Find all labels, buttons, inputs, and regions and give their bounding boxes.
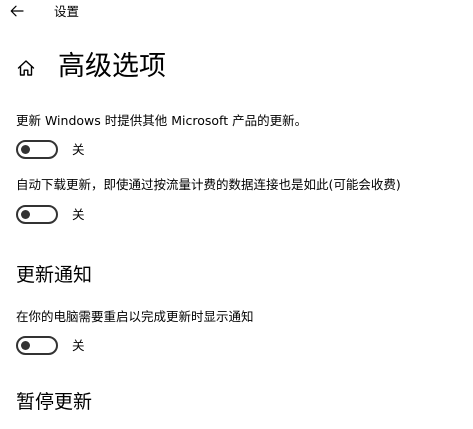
toggle-track: [16, 204, 58, 224]
toggle-thumb: [21, 209, 30, 219]
back-button[interactable]: [6, 2, 28, 20]
option-other-products-label: 更新 Windows 时提供其他 Microsoft 产品的更新。: [16, 113, 308, 128]
title-bar: 设置: [0, 0, 473, 24]
restart-notification-label: 在你的电脑需要重启以完成更新时显示通知: [16, 309, 254, 324]
option-other-products-toggle[interactable]: [16, 139, 58, 159]
home-icon[interactable]: [16, 58, 36, 78]
app-title: 设置: [54, 4, 80, 19]
restart-notification-state: 关: [72, 338, 85, 353]
toggle-track: [16, 335, 58, 355]
settings-window: 设置 高级选项 更新 Windows 时提供其他 Microsoft 产品的更新…: [0, 0, 473, 429]
pause-updates-heading: 暂停更新: [16, 391, 93, 413]
update-notifications-heading: 更新通知: [16, 264, 93, 286]
toggle-track: [16, 139, 58, 159]
option-metered-download-toggle[interactable]: [16, 204, 58, 224]
option-other-products-state: 关: [72, 142, 85, 157]
page-title: 高级选项: [58, 51, 166, 82]
option-metered-download-state: 关: [72, 207, 85, 222]
toggle-thumb: [21, 340, 30, 350]
option-metered-download-label: 自动下载更新，即使通过按流量计费的数据连接也是如此(可能会收费): [16, 177, 401, 192]
restart-notification-toggle[interactable]: [16, 335, 58, 355]
back-arrow-icon: [10, 5, 24, 17]
toggle-thumb: [21, 144, 30, 154]
